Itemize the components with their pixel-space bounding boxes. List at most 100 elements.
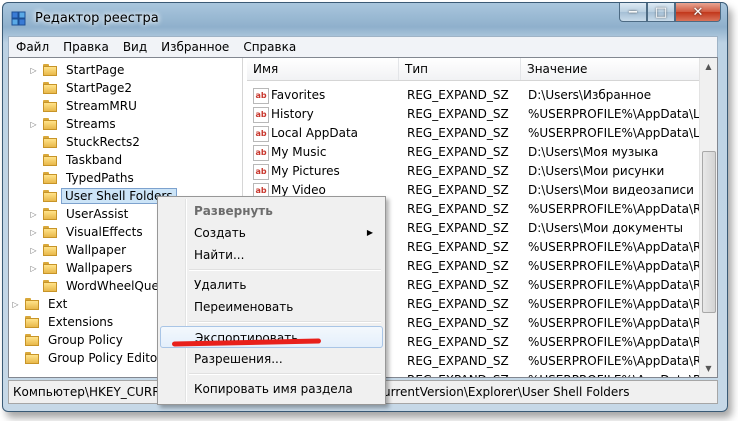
- title-bar[interactable]: Редактор реестра − □ ✕: [3, 3, 727, 33]
- expand-arrow-icon[interactable]: [11, 318, 20, 327]
- folder-icon: [43, 82, 57, 94]
- tree-item[interactable]: Group Policy Editor: [11, 349, 167, 367]
- expand-arrow-icon[interactable]: ▷: [29, 264, 38, 273]
- value-type: REG_EXPAND_SZ: [407, 126, 509, 140]
- tree-item[interactable]: StuckRects2: [29, 133, 145, 151]
- close-button[interactable]: ✕: [675, 3, 721, 22]
- menu-item-label: Создать: [194, 226, 246, 240]
- tree-item-label: Extensions: [48, 315, 114, 329]
- value-data: %USERPROFILE%\AppData\Roan: [528, 278, 700, 292]
- expand-arrow-icon[interactable]: [29, 102, 38, 111]
- string-value-icon: ab: [253, 88, 269, 104]
- expand-arrow-icon[interactable]: ▷: [11, 300, 20, 309]
- tree-item-label: StuckRects2: [66, 135, 140, 149]
- tree-item[interactable]: ▷ StartPage: [29, 61, 129, 79]
- value-data: D:\Users\Мои видеозаписи: [528, 183, 694, 197]
- expand-arrow-icon[interactable]: [29, 282, 38, 291]
- menu-favorites[interactable]: Избранное: [154, 37, 236, 56]
- table-row[interactable]: ab History REG_EXPAND_SZ %USERPROFILE%\AppD…: [247, 105, 702, 124]
- column-header-value[interactable]: Значение: [521, 58, 700, 80]
- list-vertical-scrollbar[interactable]: ▲ ▼: [699, 58, 717, 377]
- expand-arrow-icon[interactable]: ▷: [29, 66, 38, 75]
- table-row[interactable]: ab My Music REG_EXPAND_SZ D:\Users\Моя музы…: [247, 143, 702, 162]
- string-value-icon: ab: [253, 164, 269, 180]
- table-row[interactable]: ab Favorites REG_EXPAND_SZ D:\Users\Избранн…: [247, 86, 702, 105]
- expand-arrow-icon[interactable]: [29, 84, 38, 93]
- value-data: %USERPROFILE%\AppData\Loca: [528, 126, 700, 140]
- expand-arrow-icon[interactable]: [29, 138, 38, 147]
- value-type: REG_EXPAND_SZ: [407, 316, 509, 330]
- tree-item[interactable]: Extensions: [11, 313, 118, 331]
- tree-item[interactable]: ▷ Ext: [11, 295, 72, 313]
- menu-item[interactable]: Удалить: [160, 274, 383, 296]
- tree-item[interactable]: ▷ VisualEffects: [29, 223, 148, 241]
- tree-item-label: UserAssist: [66, 207, 129, 221]
- menu-view[interactable]: Вид: [116, 37, 154, 56]
- tree-item[interactable]: Taskband: [29, 151, 127, 169]
- status-path-left: Компьютер\HKEY_CURR: [13, 385, 161, 399]
- menu-item-label: Удалить: [194, 278, 247, 292]
- value-type: REG_EXPAND_SZ: [407, 240, 509, 254]
- expand-arrow-icon[interactable]: ▷: [29, 246, 38, 255]
- tree-item-label: StreamMRU: [66, 99, 137, 113]
- tree-item-label: Group Policy: [48, 333, 123, 347]
- minimize-button[interactable]: −: [619, 3, 647, 22]
- value-name: History: [271, 107, 314, 121]
- table-row[interactable]: ab My Pictures REG_EXPAND_SZ D:\Users\Мои р…: [247, 162, 702, 181]
- menu-item[interactable]: Создать ▶: [160, 222, 383, 244]
- folder-icon: [43, 100, 57, 112]
- scroll-up-arrow-icon[interactable]: ▲: [700, 58, 717, 75]
- menu-item[interactable]: Копировать имя раздела: [160, 378, 383, 400]
- expand-arrow-icon[interactable]: [11, 354, 20, 363]
- folder-icon: [43, 244, 57, 256]
- folder-icon: [43, 190, 57, 202]
- string-value-icon: ab: [253, 107, 269, 123]
- value-data: D:\Users\Мои рисунки: [528, 164, 665, 178]
- tree-item[interactable]: ▷ UserAssist: [29, 205, 133, 223]
- expand-arrow-icon[interactable]: ▷: [29, 210, 38, 219]
- expand-arrow-icon[interactable]: [11, 336, 20, 345]
- menu-help[interactable]: Справка: [236, 37, 303, 56]
- menu-edit[interactable]: Правка: [56, 37, 116, 56]
- menu-separator: [189, 373, 381, 375]
- tree-item[interactable]: Group Policy: [11, 331, 128, 349]
- tree-item[interactable]: TypedPaths: [29, 169, 139, 187]
- column-header-name[interactable]: Имя: [247, 58, 399, 80]
- menu-item-label: Найти...: [194, 248, 245, 262]
- value-type: REG_EXPAND_SZ: [407, 354, 509, 368]
- folder-icon: [43, 208, 57, 220]
- tree-item[interactable]: StartPage2: [29, 79, 137, 97]
- menu-item[interactable]: Переименовать: [160, 296, 383, 318]
- table-row[interactable]: ab Local AppData REG_EXPAND_SZ %USERPROFILE…: [247, 124, 702, 143]
- tree-item[interactable]: WordWheelQuery: [29, 277, 176, 295]
- menu-item-label: Копировать имя раздела: [194, 382, 353, 396]
- expand-arrow-icon[interactable]: [29, 192, 38, 201]
- column-header-type[interactable]: Тип: [399, 58, 521, 80]
- menu-item[interactable]: Разрешения...: [160, 348, 383, 370]
- tree-item[interactable]: StreamMRU: [29, 97, 142, 115]
- scroll-down-arrow-icon[interactable]: ▼: [700, 360, 717, 377]
- registry-editor-icon: [11, 11, 26, 26]
- scroll-thumb[interactable]: [702, 151, 716, 313]
- menu-item-label: Разрешения...: [194, 352, 283, 366]
- tree-item-label: Ext: [48, 297, 68, 311]
- tree-item-label: Taskband: [66, 153, 123, 167]
- tree-item[interactable]: ▷ Wallpapers: [29, 259, 137, 277]
- tree-item[interactable]: User Shell Folders: [29, 187, 177, 205]
- tree-item-label: StartPage2: [66, 81, 132, 95]
- maximize-button[interactable]: □: [647, 3, 675, 22]
- expand-arrow-icon[interactable]: ▷: [29, 228, 38, 237]
- menu-item[interactable]: Развернуть: [160, 200, 383, 222]
- menu-item-label: Переименовать: [194, 300, 294, 314]
- expand-arrow-icon[interactable]: [29, 156, 38, 165]
- caption-buttons: − □ ✕: [619, 3, 721, 23]
- value-data: %USERPROFILE%\AppData\Roan: [528, 335, 700, 349]
- tree-item[interactable]: ▷ Streams: [29, 115, 121, 133]
- menu-item[interactable]: Найти...: [160, 244, 383, 266]
- value-type: REG_EXPAND_SZ: [407, 183, 509, 197]
- expand-arrow-icon[interactable]: [29, 174, 38, 183]
- menu-file[interactable]: Файл: [9, 37, 56, 56]
- tree-item[interactable]: ▷ Wallpaper: [29, 241, 131, 259]
- expand-arrow-icon[interactable]: ▷: [29, 120, 38, 129]
- tree-item-label: Wallpapers: [66, 261, 133, 275]
